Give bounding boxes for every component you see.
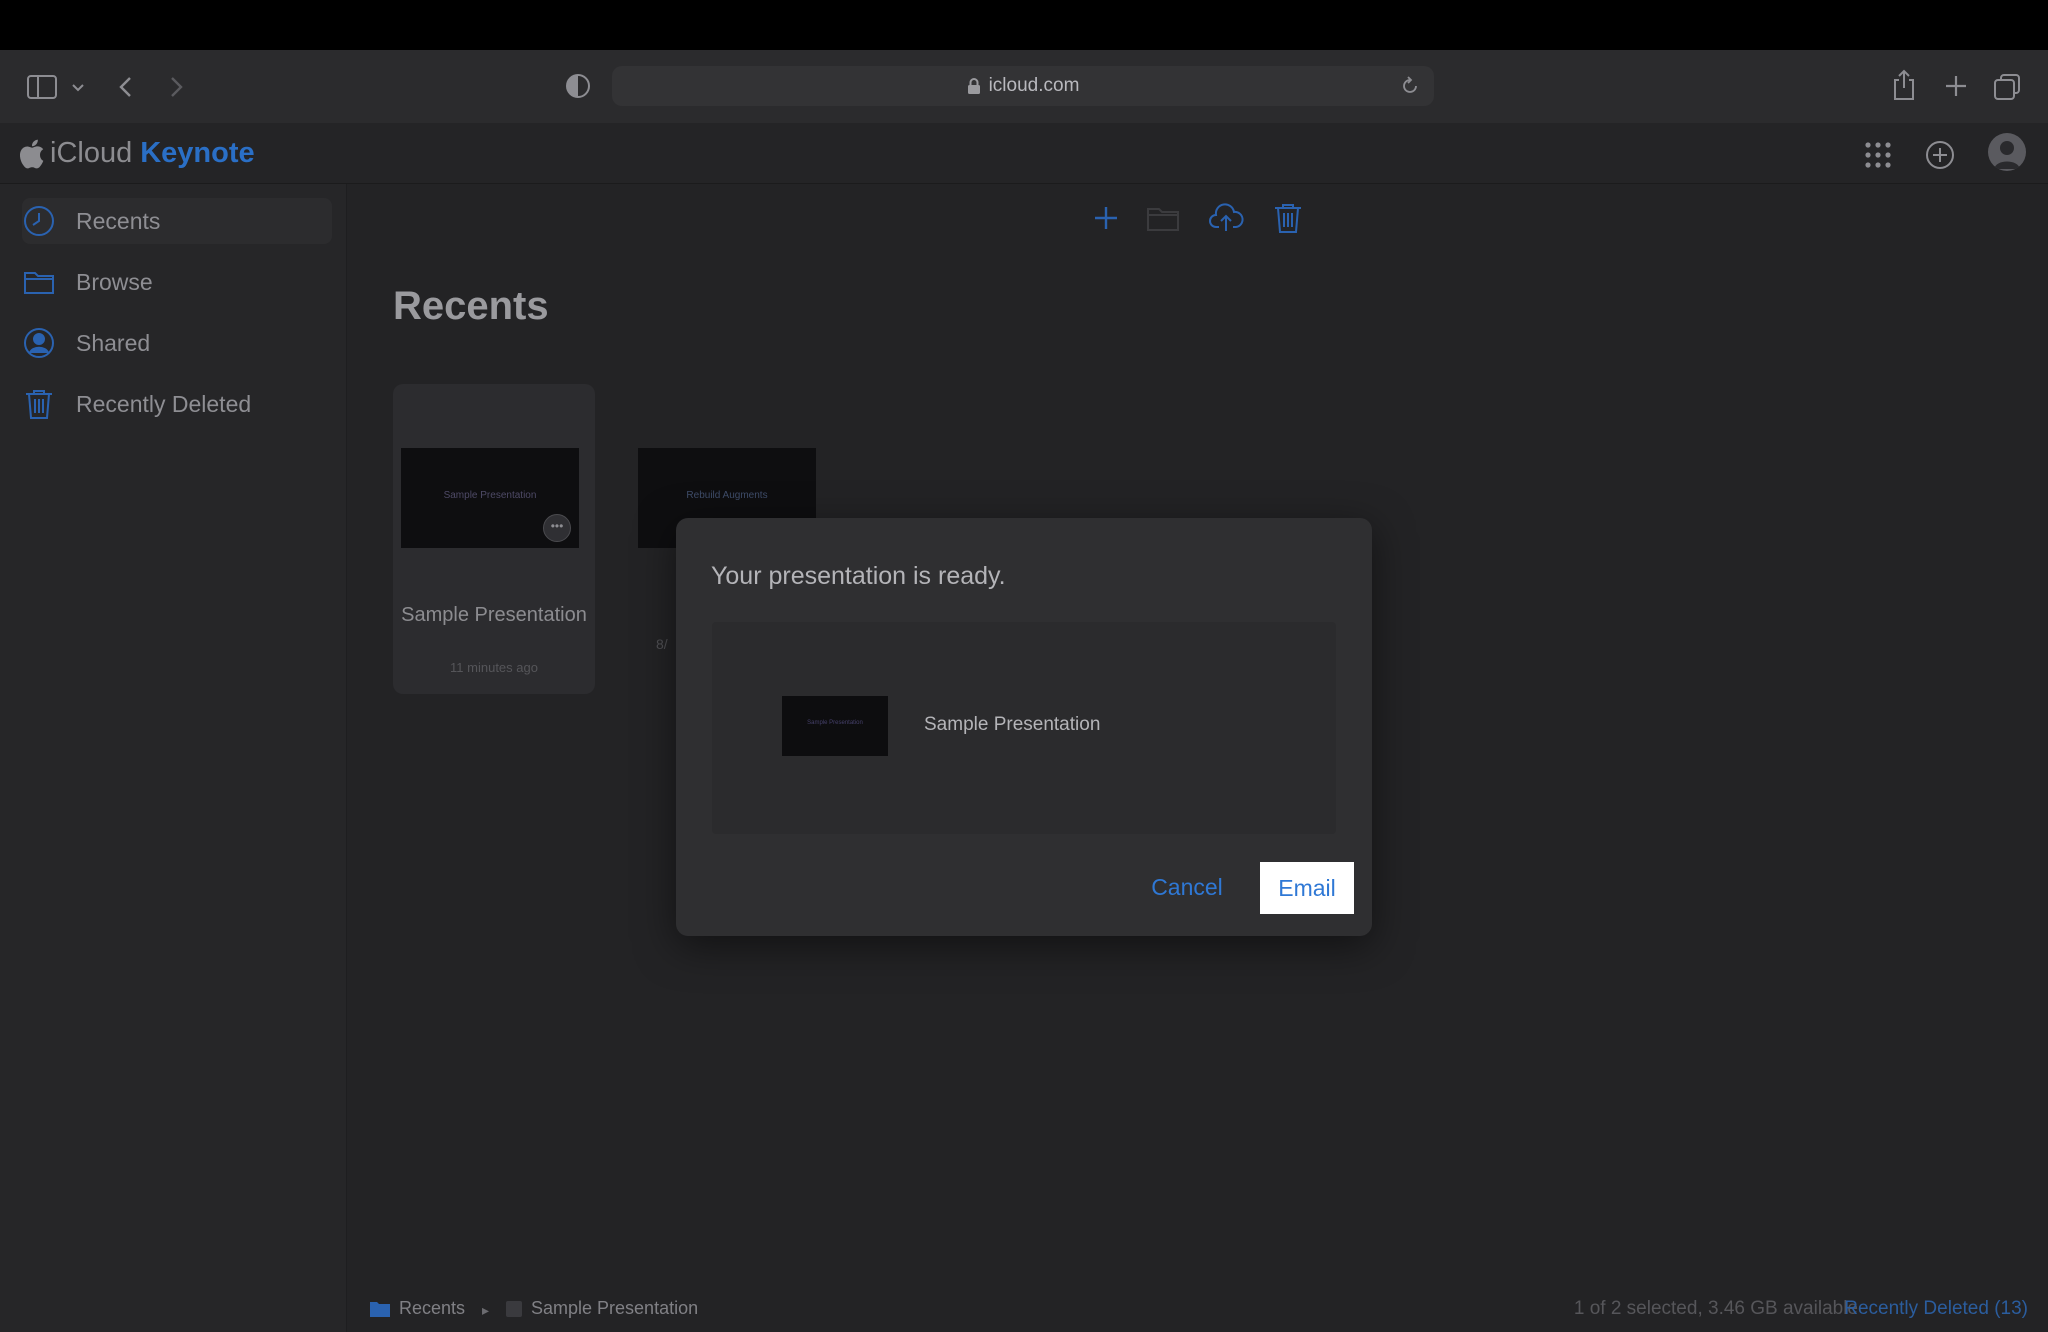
new-presentation-icon[interactable] [1088,200,1124,236]
breadcrumb-label: Sample Presentation [531,1298,699,1318]
tab-overview-icon[interactable] [1992,72,2022,102]
app-brand[interactable]: iCloud Keynote [19,137,255,170]
sidebar-toggle-icon[interactable] [26,72,58,102]
sidebar-item-label: Recently Deleted [76,390,252,417]
url-text: icloud.com [988,75,1080,96]
brand-icloud: iCloud [50,137,133,169]
privacy-shield-icon[interactable] [564,72,592,100]
forward-icon[interactable] [164,72,188,102]
thumbnail-title: Sample Presentation [443,490,537,501]
sidebar-item-browse[interactable]: Browse [22,259,332,305]
email-button[interactable]: Email [1260,862,1354,914]
sidebar-item-recently-deleted[interactable]: Recently Deleted [22,381,332,427]
add-circle-icon[interactable] [1924,139,1956,171]
folder-icon [22,265,56,299]
breadcrumb-file[interactable]: Sample Presentation [505,1298,698,1319]
person-icon [22,326,56,360]
breadcrumb-label: Recents [399,1298,466,1318]
share-icon[interactable] [1890,68,1918,102]
menu-bar [0,0,2048,50]
file-thumbnail[interactable]: Sample Presentation ••• [401,448,579,548]
clock-icon [22,204,56,238]
selection-status: 1 of 2 selected, 3.46 GB available [1573,1298,1858,1319]
chevron-down-icon[interactable] [70,80,86,96]
reload-icon[interactable] [1400,76,1420,96]
recently-deleted-link[interactable]: Recently Deleted (13) [1844,1298,2028,1320]
sidebar-item-label: Shared [76,329,151,356]
thumbnail-title: Sample Presentation [807,720,863,726]
dialog-title: Your presentation is ready. [711,562,1006,590]
cancel-button[interactable]: Cancel [1136,862,1238,912]
avatar[interactable] [1988,133,2026,171]
more-options-icon[interactable]: ••• [543,514,571,542]
breadcrumb-separator: ▸ [482,1302,490,1318]
address-bar[interactable]: icloud.com [612,66,1434,106]
app-header: iCloud Keynote [0,123,2048,184]
file-card-partial-text: 8/ [656,636,668,652]
folder-icon [369,1299,391,1319]
file-modified-time: 11 minutes ago [450,660,538,675]
lock-icon [967,77,981,95]
delete-icon[interactable] [1270,200,1306,236]
page-title: Recents [393,284,549,328]
brand-keynote: Keynote [140,137,255,169]
upload-icon[interactable] [1208,200,1244,236]
breadcrumb-recents[interactable]: Recents [369,1298,465,1319]
file-card-sample-presentation[interactable]: Sample Presentation ••• Sample Presentat… [393,384,595,694]
sidebar-item-label: Browse [76,268,153,295]
file-name: Sample Presentation [401,604,587,626]
presentation-ready-dialog: Your presentation is ready. Sample Prese… [676,518,1372,936]
sidebar: Recents Browse Shared Recently Deleted [0,184,347,1332]
sidebar-item-shared[interactable]: Shared [22,320,332,366]
apple-logo-icon [19,139,46,169]
sidebar-item-label: Recents [76,207,161,234]
app-grid-icon[interactable] [1862,139,1894,171]
document-icon [505,1300,523,1318]
dialog-file-name: Sample Presentation [924,714,1101,735]
dialog-file-thumbnail: Sample Presentation [782,696,888,756]
sidebar-item-recents[interactable]: Recents [22,198,332,244]
new-tab-icon[interactable] [1942,72,1970,100]
trash-icon [22,387,56,421]
browser-toolbar: icloud.com [0,50,2048,123]
new-folder-icon[interactable] [1145,200,1181,236]
thumbnail-title: Rebuild Augments [686,490,768,501]
status-bar: Recents Sample Presentation 1 of 2 selec… [347,1284,2048,1332]
back-icon[interactable] [114,72,138,102]
dialog-file-panel: Sample Presentation Sample Presentation [712,622,1336,834]
